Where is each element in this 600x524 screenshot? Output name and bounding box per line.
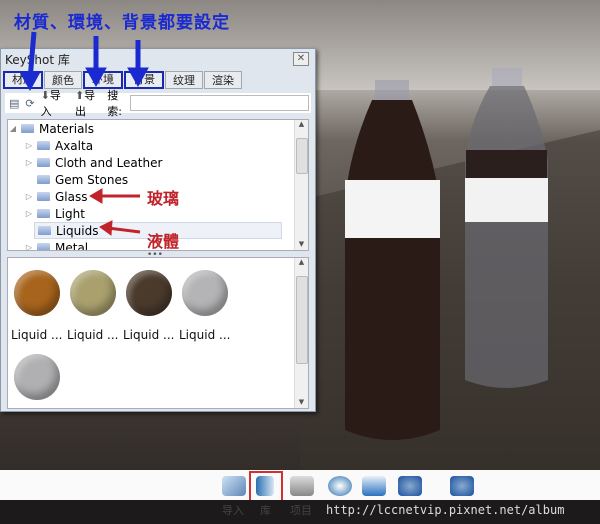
tree-node-axalta[interactable]: ▷ Axalta xyxy=(8,137,308,154)
liquids-note: 液體 xyxy=(147,232,180,251)
expand-icon[interactable]: ▷ xyxy=(24,192,34,201)
swatch-liquid-1[interactable] xyxy=(14,270,60,316)
bottle-left xyxy=(345,80,440,440)
tree-node-materials[interactable]: ◢ Materials xyxy=(8,120,308,137)
swatch-liquid-5[interactable] xyxy=(14,354,60,400)
tab-renders[interactable]: 渲染 xyxy=(204,71,242,89)
tree-scrollbar[interactable]: ▲ ▼ xyxy=(294,120,308,250)
library-label: 库 xyxy=(260,504,271,517)
swatch-scrollbar[interactable]: ▲ ▼ xyxy=(294,258,308,408)
folder-icon xyxy=(37,175,50,184)
swatch-liquid-4[interactable] xyxy=(182,270,228,316)
note-arrows xyxy=(89,188,141,236)
folder-icon xyxy=(37,141,50,150)
animation-icon[interactable] xyxy=(328,476,352,496)
project-icon[interactable] xyxy=(290,476,314,496)
swatch-label: Liquid ... xyxy=(11,328,63,342)
teapot-share-icon[interactable] xyxy=(450,476,474,496)
project-label: 项目 xyxy=(290,504,312,517)
swatch-liquid-2[interactable] xyxy=(70,270,116,316)
material-swatches: Liquid ... Liquid ... Liquid ... Liquid … xyxy=(7,257,309,409)
collapse-icon[interactable]: ◢ xyxy=(8,124,18,133)
expand-icon[interactable]: ▷ xyxy=(24,209,34,218)
library-icon[interactable] xyxy=(256,476,274,496)
folder-icon xyxy=(37,158,50,167)
expand-icon[interactable]: ▷ xyxy=(24,243,34,250)
scrollbar-thumb[interactable] xyxy=(296,138,308,174)
close-icon[interactable]: ✕ xyxy=(293,52,309,66)
scrollbar-thumb[interactable] xyxy=(296,276,308,364)
swatch-label: Liquid ... xyxy=(179,328,231,342)
tree-label: Glass xyxy=(55,189,88,204)
expand-icon[interactable]: ▷ xyxy=(24,141,34,150)
folder-icon xyxy=(37,209,50,218)
tree-label: Materials xyxy=(39,121,95,136)
folder-icon xyxy=(37,243,50,250)
swatch-label: Liquid ... xyxy=(123,328,175,342)
render-icon[interactable] xyxy=(362,476,386,496)
bottle-right xyxy=(465,68,548,388)
tree-label: Light xyxy=(55,206,85,221)
swatch-label: Liquid ... xyxy=(67,328,119,342)
expand-icon[interactable]: ▷ xyxy=(24,158,34,167)
import-icon[interactable] xyxy=(222,476,246,496)
glass-note: 玻璃 xyxy=(147,189,180,208)
import-label: 导入 xyxy=(222,504,244,517)
watermark-url: http://lccnetvip.pixnet.net/album xyxy=(326,503,565,517)
folder-icon[interactable]: ▤ xyxy=(9,97,19,110)
annotation-arrows xyxy=(19,31,149,92)
folder-icon xyxy=(37,192,50,201)
tree-label: Axalta xyxy=(55,138,94,153)
folder-icon xyxy=(38,226,51,235)
tree-label: Cloth and Leather xyxy=(55,155,163,170)
teapot-icon[interactable] xyxy=(398,476,422,496)
folder-icon xyxy=(21,124,34,133)
refresh-icon[interactable]: ⟳ xyxy=(25,97,34,110)
arrow-left-icon xyxy=(107,226,141,234)
swatch-liquid-3[interactable] xyxy=(126,270,172,316)
tree-node-cloth[interactable]: ▷ Cloth and Leather xyxy=(8,154,308,171)
